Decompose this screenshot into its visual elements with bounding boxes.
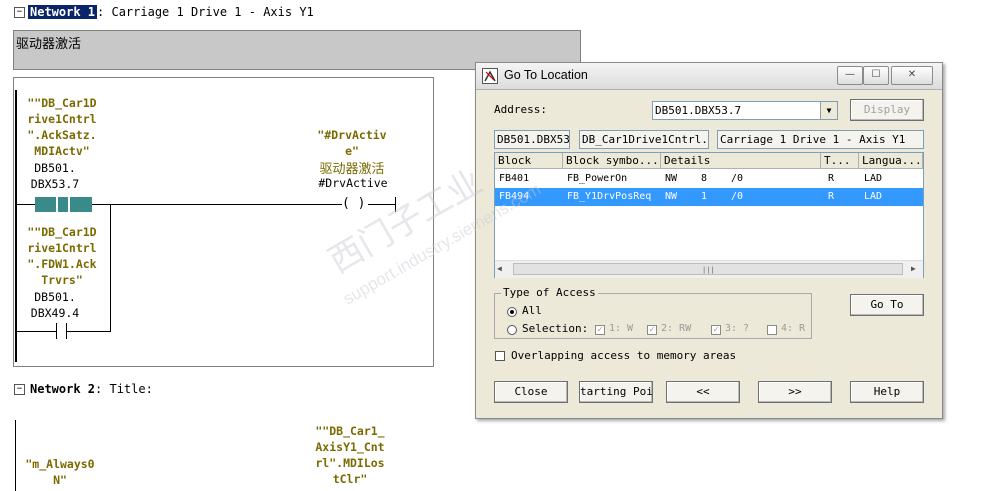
address-label: Address: <box>494 103 547 116</box>
branch-wire-end <box>67 331 111 332</box>
contact2-address: DB501. DBX49.4 <box>30 290 80 320</box>
scroll-left-icon[interactable]: ◀ <box>497 264 502 273</box>
coil-operand: #DrvActive <box>318 176 388 190</box>
horizontal-scrollbar[interactable]: ◀ ||| ▶ <box>495 260 923 278</box>
check-w[interactable]: ✓ <box>595 325 605 335</box>
go-to-location-dialog[interactable]: Go To Location — ☐ ✕ Address: DB501.DBX5… <box>475 62 943 419</box>
radio-selection[interactable] <box>507 325 517 335</box>
radio-all[interactable] <box>507 307 517 317</box>
grip-icon: ||| <box>702 266 715 274</box>
dialog-app-icon <box>482 68 498 84</box>
starting-point-button[interactable]: tarting Poin <box>579 381 653 403</box>
help-button[interactable]: Help <box>850 381 924 403</box>
location-list[interactable]: Block Block symbo... Details T... Langua… <box>494 152 924 278</box>
contact1-symbol: ""DB_Car1D rive1Cntrl ".AckSatz. MDIActv… <box>27 96 97 158</box>
column-block[interactable]: Block <box>495 153 563 169</box>
contact1-address: DB501. DBX53.7 <box>30 161 80 191</box>
contact1-highlight <box>35 197 92 212</box>
display-button[interactable]: Display <box>850 99 924 121</box>
network2-power-rail <box>15 420 16 491</box>
previous-button[interactable]: << <box>666 381 740 403</box>
coil-symbol: "#DrvActiv e" <box>317 128 387 158</box>
info-symbol-field: DB_Car1Drive1Cntrl.Ac <box>579 130 709 149</box>
check-r-label: 4: R <box>781 323 806 334</box>
network1-header[interactable]: Network 1: Carriage 1 Drive 1 - Axis Y1 <box>28 5 314 19</box>
check-rw-label: 2: RW <box>661 323 692 334</box>
network1-title: : Carriage 1 Drive 1 - Axis Y1 <box>97 5 314 19</box>
dialog-titlebar[interactable]: Go To Location — ☐ ✕ <box>476 63 942 90</box>
collapse-network1-icon[interactable]: − <box>14 7 25 18</box>
radio-selection-label[interactable]: Selection: <box>522 322 588 335</box>
address-value: DB501.DBX53.7 <box>655 104 742 117</box>
check-rw[interactable]: ✓ <box>647 325 657 335</box>
contact1-bar-left <box>56 196 58 213</box>
network2-coil-symbol: ""DB_Car1_ AxisY1_Cnt rl".MDILos tClr" <box>315 424 385 486</box>
scroll-thumb[interactable]: ||| <box>513 263 903 275</box>
dialog-title: Go To Location <box>504 68 588 82</box>
overlap-checkbox[interactable] <box>495 351 505 361</box>
network1-comment: 驱动器激活 <box>16 36 82 51</box>
column-block-symbol[interactable]: Block symbo... <box>563 153 661 169</box>
close-button[interactable]: Close <box>494 381 568 403</box>
column-type[interactable]: T... <box>821 153 859 169</box>
scroll-right-icon[interactable]: ▶ <box>911 264 916 273</box>
branch-wire-right <box>110 204 111 331</box>
check-w-label: 1: W <box>609 323 634 334</box>
rung-wire-right <box>368 204 396 205</box>
collapse-network2-icon[interactable]: − <box>14 384 25 395</box>
rung-wire-mid <box>92 204 345 205</box>
type-of-access-label: Type of Access <box>501 286 598 299</box>
info-title-field: Carriage 1 Drive 1 - Axis Y1 <box>717 130 924 149</box>
table-row-selected[interactable]: FB494 FB_Y1DrvPosReq NW 1 /0 R LAD <box>495 188 923 206</box>
check-unknown-label: 3: ? <box>725 323 750 334</box>
coil-comment: 驱动器激活 <box>319 162 385 177</box>
go-to-button[interactable]: Go To <box>850 294 924 316</box>
info-address-field: DB501.DBX53. <box>494 130 570 149</box>
close-icon[interactable]: ✕ <box>891 66 933 85</box>
network2-title: : Title: <box>95 382 153 396</box>
branch-wire-left <box>15 331 56 332</box>
contact1-bar-right <box>68 196 70 213</box>
chevron-down-icon[interactable]: ▼ <box>820 102 837 119</box>
type-of-access-group: Type of Access All Selection: ✓ 1: W ✓ 2… <box>494 286 812 339</box>
coil-element[interactable]: ( ) <box>342 196 366 211</box>
network2-contact1-symbol: "m_Always0 N" <box>25 457 95 487</box>
address-combobox[interactable]: DB501.DBX53.7 ▼ <box>652 101 838 120</box>
right-terminator <box>395 197 396 212</box>
network2-header[interactable]: Network 2: Title: <box>30 382 153 396</box>
overlap-label[interactable]: Overlapping access to memory areas <box>511 349 736 362</box>
next-button[interactable]: >> <box>758 381 832 403</box>
table-row[interactable]: FB401 FB_PowerOn NW 8 /0 R LAD <box>495 170 923 188</box>
check-r[interactable] <box>767 325 777 335</box>
maximize-icon[interactable]: ☐ <box>863 66 889 85</box>
minimize-icon[interactable]: — <box>837 66 863 85</box>
contact2-symbol: ""DB_Car1D rive1Cntrl ".FDW1.Ack Trvrs" <box>27 225 97 287</box>
column-language[interactable]: Langua... <box>859 153 923 169</box>
rung-wire-left <box>15 204 35 205</box>
check-unknown[interactable]: ✓ <box>711 325 721 335</box>
network1-label[interactable]: Network 1 <box>28 5 98 19</box>
radio-all-label[interactable]: All <box>522 304 542 317</box>
column-details[interactable]: Details <box>661 153 821 169</box>
network2-label[interactable]: Network 2 <box>30 382 95 396</box>
contact2-bar-left[interactable] <box>56 323 57 339</box>
